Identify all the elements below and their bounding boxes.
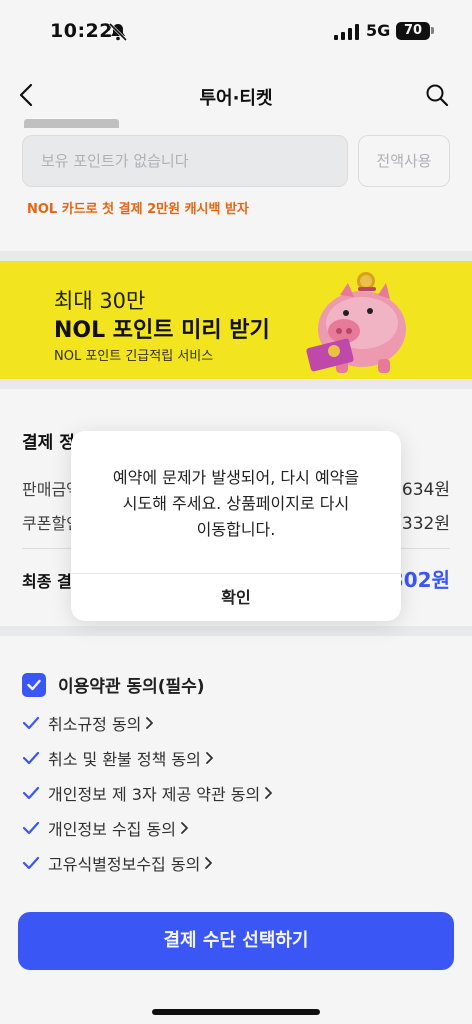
alert-message-line: 이동합니다. [196,520,276,539]
alert-message-line: 예약에 문제가 발생되어, 다시 예약을 [112,468,360,487]
error-alert-dialog: 예약에 문제가 발생되어, 다시 예약을 시도해 주세요. 상품페이지로 다시 … [71,431,401,621]
alert-message-line: 시도해 주세요. 상품페이지로 다시 [122,494,350,513]
confirm-button[interactable]: 확인 [71,574,401,621]
alert-message: 예약에 문제가 발생되어, 다시 예약을 시도해 주세요. 상품페이지로 다시 … [91,465,381,543]
